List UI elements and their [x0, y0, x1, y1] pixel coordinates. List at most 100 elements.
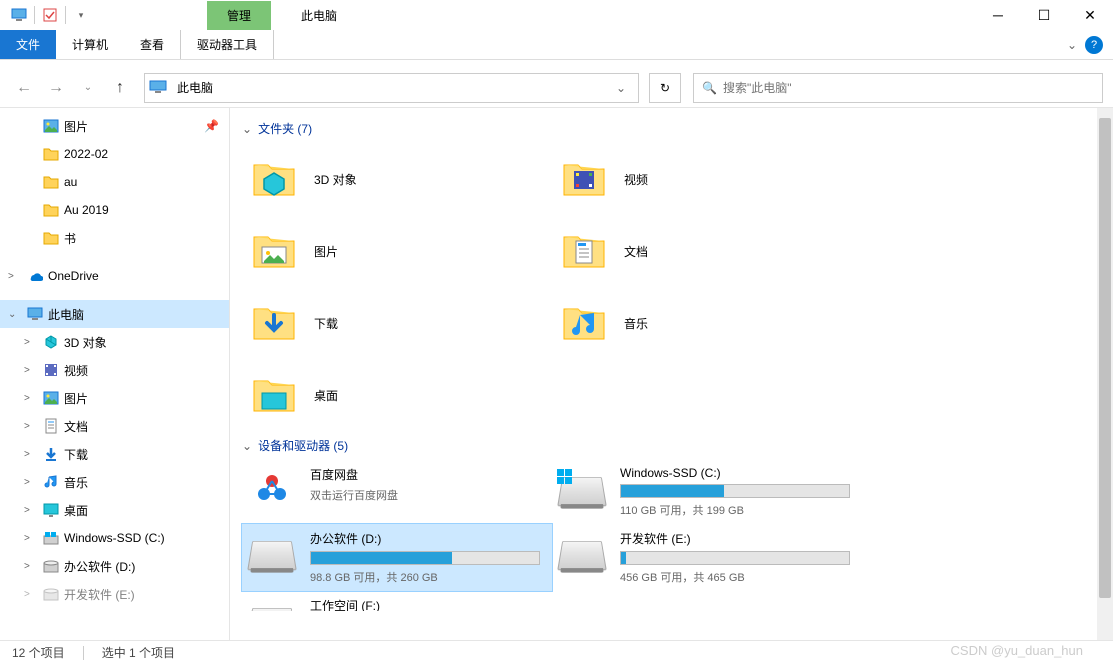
desktop-icon — [42, 501, 60, 519]
tree-label: 下载 — [64, 446, 88, 463]
video-icon — [560, 155, 608, 203]
drive-usage-bar — [620, 551, 850, 565]
expand-icon[interactable]: > — [24, 421, 38, 432]
tab-file[interactable]: 文件 — [0, 30, 56, 59]
tree-label: 此电脑 — [48, 306, 84, 323]
disk-icon — [42, 585, 60, 603]
download-icon — [42, 445, 60, 463]
folders-grid: 3D 对象 视频图片文档下载音乐桌面 — [242, 143, 1101, 431]
search-input[interactable] — [723, 81, 1094, 95]
3d-icon — [42, 333, 60, 351]
drive-item[interactable]: 工作空间 (F:) — [242, 591, 552, 611]
sidebar-item-pictures[interactable]: > 图片 — [0, 384, 229, 412]
sidebar-item-folder[interactable]: 书 — [0, 224, 229, 252]
scrollbar-vertical[interactable] — [1097, 108, 1113, 656]
expand-icon[interactable]: > — [24, 449, 38, 460]
drive-name: 百度网盘 — [310, 466, 544, 483]
expand-icon[interactable]: > — [24, 477, 38, 488]
tree-label: au — [64, 175, 77, 189]
folder-item[interactable]: 下载 — [242, 287, 552, 359]
recent-dropdown-icon[interactable]: ⌄ — [74, 74, 102, 102]
sidebar-item-folder[interactable]: au — [0, 168, 229, 196]
help-icon[interactable]: ? — [1085, 36, 1103, 54]
properties-icon[interactable] — [39, 4, 61, 26]
expand-icon[interactable]: > — [24, 393, 38, 404]
video-icon — [42, 361, 60, 379]
sidebar-item-video[interactable]: > 视频 — [0, 356, 229, 384]
refresh-button[interactable]: ↻ — [649, 73, 681, 103]
download-icon — [250, 299, 298, 347]
folder-item[interactable]: 音乐 — [552, 287, 862, 359]
sidebar-item-desktop[interactable]: >桌面 — [0, 496, 229, 524]
tree-label: 视频 — [64, 362, 88, 379]
drive-item[interactable]: 百度网盘双击运行百度网盘 — [242, 460, 552, 524]
expand-icon[interactable]: ⌄ — [8, 309, 22, 320]
folder-name: 3D 对象 — [314, 171, 357, 188]
search-box[interactable]: 🔍 — [693, 73, 1103, 103]
sidebar-item-3d[interactable]: >3D 对象 — [0, 328, 229, 356]
tree-label: 图片 — [64, 390, 88, 407]
sidebar-item-pc[interactable]: ⌄ 此电脑 — [0, 300, 229, 328]
sidebar-item-music[interactable]: >音乐 — [0, 468, 229, 496]
sidebar-item-pictures[interactable]: 图片📌 — [0, 112, 229, 140]
section-drives-header[interactable]: 设备和驱动器 (5) — [242, 431, 1101, 460]
drive-item[interactable]: 办公软件 (D:)98.8 GB 可用，共 260 GB — [242, 524, 552, 591]
content-pane[interactable]: 文件夹 (7) 3D 对象 视频图片文档下载音乐桌面 设备和驱动器 (5) 百度网… — [230, 108, 1113, 656]
pc-icon — [26, 305, 44, 323]
sidebar-item-folder[interactable]: Au 2019 — [0, 196, 229, 224]
navigation-pane[interactable]: 图片📌2022-02auAu 2019书>OneDrive⌄此电脑>3D 对象>… — [0, 108, 230, 656]
status-item-count: 12 个项目 — [12, 644, 65, 661]
minimize-button[interactable]: ─ — [975, 0, 1021, 30]
qat-dropdown-icon[interactable]: ▾ — [70, 4, 92, 26]
drive-item[interactable]: Windows-SSD (C:)110 GB 可用，共 199 GB — [552, 460, 862, 524]
disk-icon — [557, 541, 607, 570]
expand-icon[interactable]: > — [24, 533, 38, 544]
drive-icon — [250, 597, 298, 611]
sidebar-item-folder[interactable]: 2022-02 — [0, 140, 229, 168]
sidebar-item-disk-win[interactable]: >Windows-SSD (C:) — [0, 524, 229, 552]
expand-icon[interactable]: > — [24, 561, 38, 572]
expand-icon[interactable]: > — [8, 271, 22, 282]
close-button[interactable]: ✕ — [1067, 0, 1113, 30]
tab-computer[interactable]: 计算机 — [56, 30, 124, 59]
sidebar-item-onedrive[interactable]: >OneDrive — [0, 262, 229, 290]
pictures-icon — [42, 389, 60, 407]
tab-view[interactable]: 查看 — [124, 30, 180, 59]
up-button[interactable]: ↑ — [106, 74, 134, 102]
expand-icon[interactable]: > — [24, 589, 38, 600]
sidebar-item-download[interactable]: > 下载 — [0, 440, 229, 468]
folder-item[interactable]: 3D 对象 — [242, 143, 552, 215]
docs-icon — [560, 227, 608, 275]
maximize-button[interactable]: ☐ — [1021, 0, 1067, 30]
folder-item[interactable]: 桌面 — [242, 359, 552, 431]
sidebar-item-disk[interactable]: > 开发软件 (E:) — [0, 580, 229, 608]
folder-icon — [42, 229, 60, 247]
back-button[interactable]: ← — [10, 74, 38, 102]
address-dropdown-icon[interactable]: ⌄ — [608, 81, 634, 95]
drive-icon — [560, 530, 608, 570]
tree-label: 办公软件 (D:) — [64, 558, 135, 575]
pc-icon — [8, 4, 30, 26]
tree-label: 开发软件 (E:) — [64, 586, 135, 603]
sidebar-item-docs[interactable]: >文档 — [0, 412, 229, 440]
folder-item[interactable]: 文档 — [552, 215, 862, 287]
folder-icon — [42, 145, 60, 163]
sidebar-item-disk[interactable]: > 办公软件 (D:) — [0, 552, 229, 580]
music-icon — [42, 473, 60, 491]
3d-icon — [250, 155, 298, 203]
drive-item[interactable]: 开发软件 (E:)456 GB 可用，共 465 GB — [552, 524, 862, 591]
folder-item[interactable]: 视频 — [552, 143, 862, 215]
drive-name: Windows-SSD (C:) — [620, 466, 854, 480]
address-bar[interactable]: 此电脑 ⌄ — [144, 73, 639, 103]
contextual-tab-label: 管理 — [207, 1, 271, 30]
forward-button[interactable]: → — [42, 74, 70, 102]
main-area: 图片📌2022-02auAu 2019书>OneDrive⌄此电脑>3D 对象>… — [0, 108, 1113, 656]
ribbon-collapse-icon[interactable]: ⌄ — [1067, 38, 1077, 52]
expand-icon[interactable]: > — [24, 337, 38, 348]
expand-icon[interactable]: > — [24, 365, 38, 376]
tab-drive-tools[interactable]: 驱动器工具 — [180, 30, 274, 59]
folder-item[interactable]: 图片 — [242, 215, 552, 287]
section-folders-header[interactable]: 文件夹 (7) — [242, 114, 1101, 143]
tree-label: 2022-02 — [64, 147, 108, 161]
expand-icon[interactable]: > — [24, 505, 38, 516]
